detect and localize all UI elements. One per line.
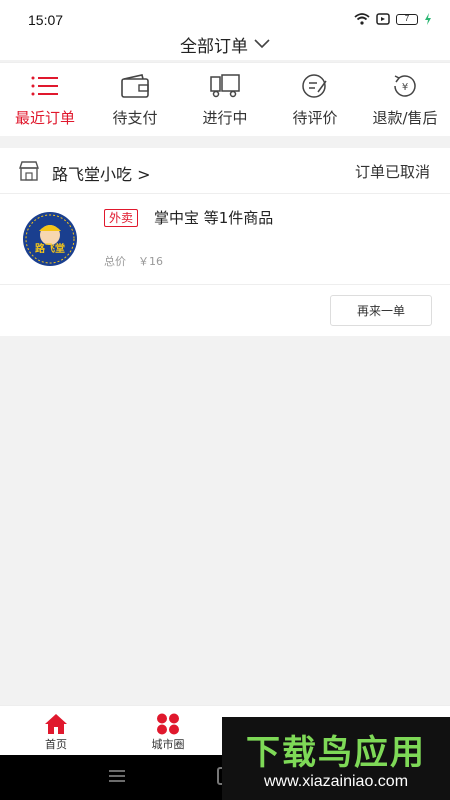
tab-refund-after-sales[interactable]: ¥ 退款/售后 (360, 63, 450, 137)
tab-label: 待支付 (112, 109, 158, 127)
tab-label: 进行中 (202, 109, 248, 127)
total-price-label: 总价 (104, 255, 126, 268)
order-filter-dropdown[interactable]: 全部订单 (0, 30, 450, 58)
order-card-body[interactable]: 路飞堂 外卖 掌中宝 等1件商品 总价 ￥16 (0, 195, 450, 285)
tab-label: 退款/售后 (372, 109, 438, 127)
order-card[interactable]: 路飞堂小吃 > 订单已取消 路飞堂 外卖 掌中宝 等1件商品 总价 ￥16 再来… (0, 148, 450, 336)
truck-icon (210, 74, 240, 98)
nav-label: 城市圈 (151, 738, 185, 751)
review-icon (302, 74, 327, 98)
shop-logo: 路飞堂 (23, 212, 77, 266)
tab-pending-payment[interactable]: 待支付 (90, 63, 180, 137)
header: 全部订单 (0, 30, 450, 60)
wallet-icon (121, 74, 149, 98)
order-tabs: 最近订单 待支付 进行中 待评价 ¥ 退款/售后 (0, 62, 450, 136)
screen-record-icon (376, 13, 390, 25)
tab-label: 最近订单 (14, 109, 75, 127)
wifi-icon (354, 13, 370, 25)
watermark-title: 下载鸟应用 (246, 733, 426, 773)
reorder-button[interactable]: 再来一单 (330, 295, 432, 326)
watermark: 下载鸟应用 www.xiazainiao.com (222, 717, 450, 800)
page-title: 全部订单 (180, 36, 248, 57)
tab-recent-orders[interactable]: 最近订单 (0, 63, 90, 137)
order-card-header: 路飞堂小吃 > 订单已取消 (0, 148, 450, 194)
takeout-tag: 外卖 (104, 209, 139, 227)
watermark-url: www.xiazainiao.com (263, 773, 409, 790)
order-goods-summary: 掌中宝 等1件商品 (154, 209, 274, 227)
menu-icon[interactable] (108, 769, 126, 783)
apps-icon (157, 713, 179, 735)
nav-item-home[interactable]: 首页 (0, 706, 112, 756)
status-bar: 15:07 7 (0, 0, 450, 30)
list-icon (31, 76, 58, 96)
nav-item-city-circle[interactable]: 城市圈 (112, 706, 224, 756)
tab-pending-review[interactable]: 待评价 (270, 63, 360, 137)
charging-icon (425, 13, 431, 25)
tab-label: 待评价 (292, 109, 338, 127)
store-icon (19, 161, 39, 181)
tab-in-progress[interactable]: 进行中 (180, 63, 270, 137)
battery-icon: 7 (396, 13, 418, 25)
order-status: 订单已取消 (354, 163, 430, 181)
chevron-down-icon (254, 39, 270, 49)
refund-icon: ¥ (394, 75, 416, 97)
total-price-value: ￥16 (138, 255, 163, 268)
status-icons: 7 (354, 13, 432, 25)
nav-label: 首页 (45, 738, 67, 751)
home-icon (45, 714, 67, 734)
shop-name-link[interactable]: 路飞堂小吃 > (52, 161, 151, 185)
svg-text:¥: ¥ (402, 82, 408, 93)
shop-logo-text: 路飞堂 (35, 242, 65, 255)
status-time: 15:07 (28, 12, 64, 28)
